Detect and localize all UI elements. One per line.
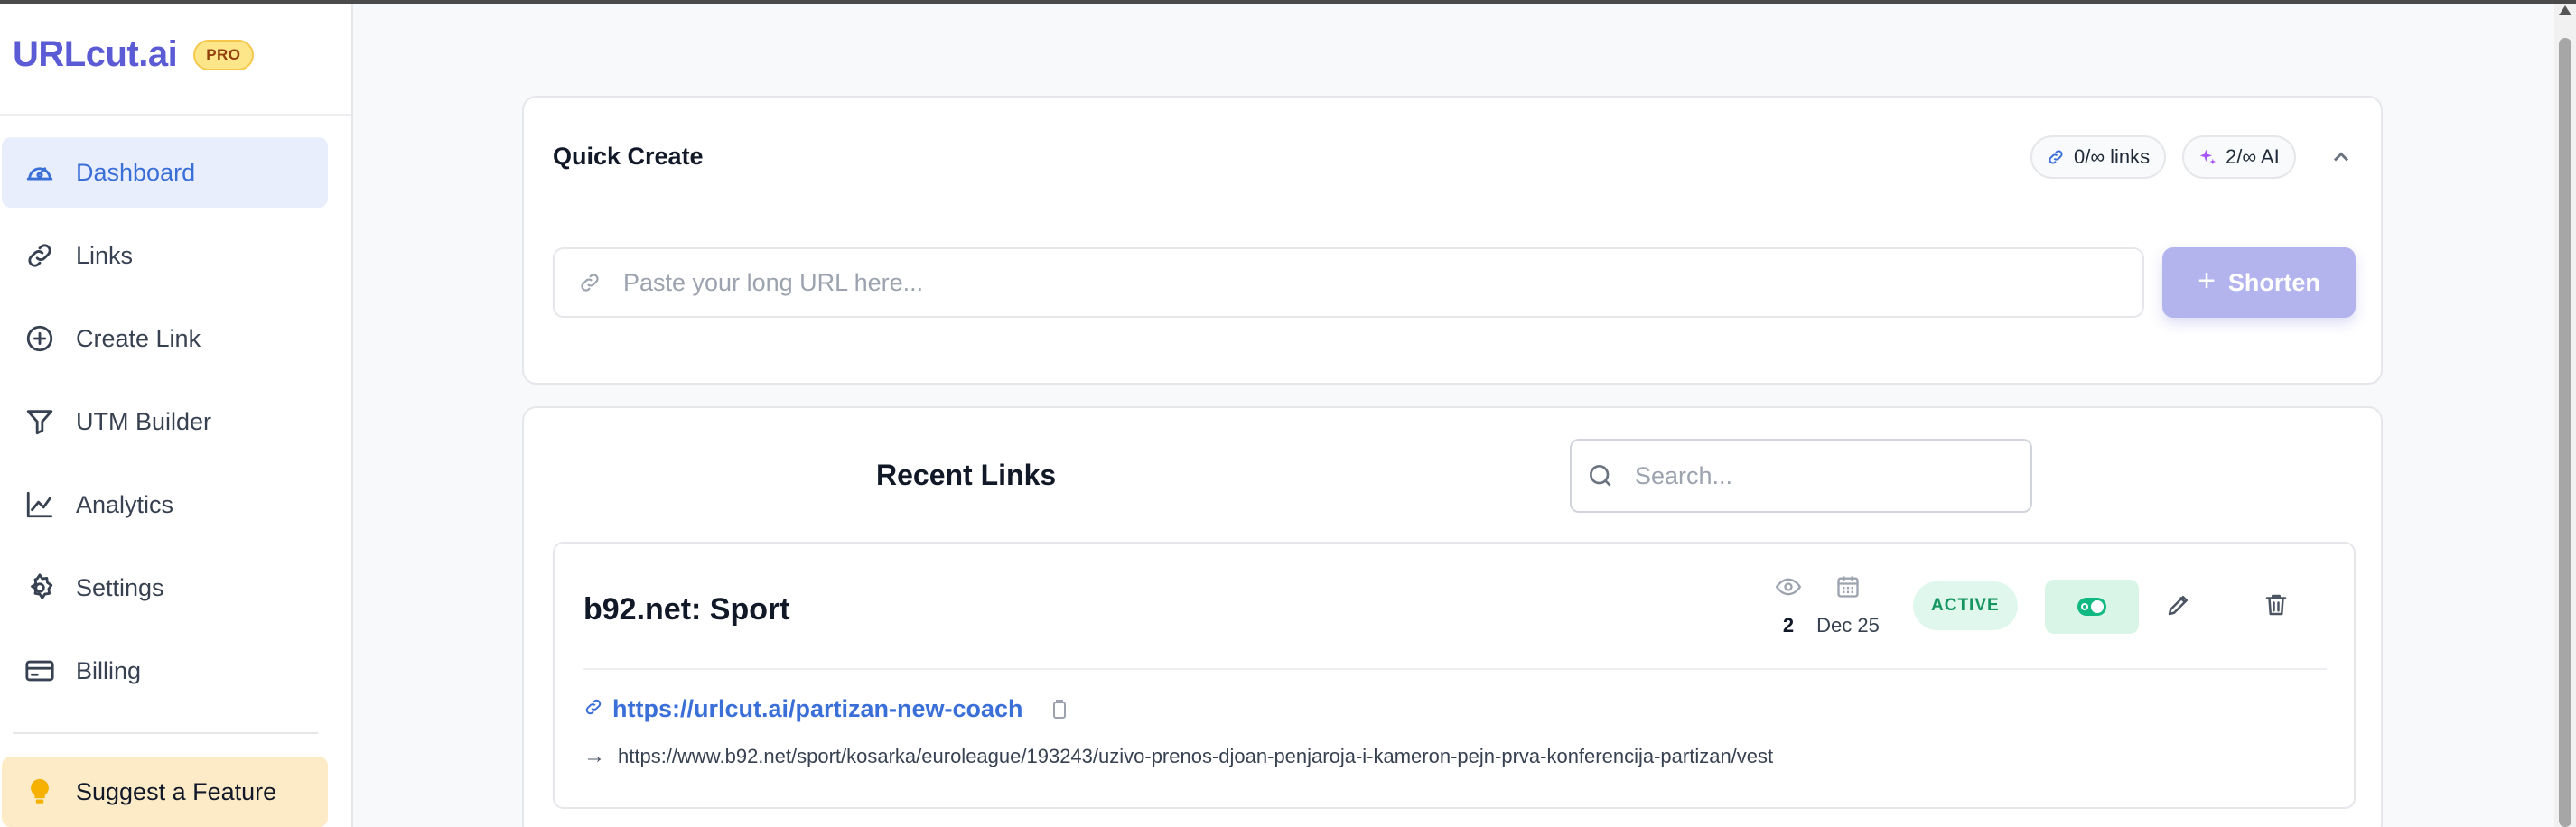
sidebar-item-label: Create Link	[76, 324, 201, 352]
link-icon	[2049, 150, 2063, 164]
search-icon	[1586, 461, 1615, 490]
pro-badge: PRO	[193, 39, 254, 70]
sidebar-item-label: Dashboard	[76, 158, 196, 186]
short-url-row: https://urlcut.ai/partizan-new-coach	[583, 695, 1070, 723]
brand-divider	[0, 114, 351, 116]
created-date: Dec 25	[1816, 614, 1880, 637]
lightbulb-icon	[23, 776, 56, 808]
toggle-on-icon	[2077, 598, 2106, 616]
sidebar-item-label: Settings	[76, 573, 164, 601]
credit-card-icon	[23, 655, 56, 687]
pencil-icon	[2168, 596, 2188, 616]
gauge-icon	[23, 156, 56, 189]
sidebar-item-settings[interactable]: Settings	[2, 553, 328, 623]
sidebar-item-create-link[interactable]: Create Link	[2, 303, 328, 374]
destination-row: → https://www.b92.net/sport/kosarka/euro…	[583, 744, 1773, 769]
search-input[interactable]	[1635, 461, 2014, 490]
sidebar-item-billing[interactable]: Billing	[2, 636, 328, 706]
suggest-feature-button[interactable]: Suggest a Feature	[2, 757, 328, 827]
search-container	[1570, 439, 2032, 513]
shorten-button-label: Shorten	[2227, 268, 2320, 296]
scroll-up-arrow-icon[interactable]	[2559, 5, 2571, 15]
sidebar-divider	[13, 732, 318, 734]
calendar-icon	[1837, 576, 1859, 598]
arrow-right-icon: →	[583, 744, 605, 768]
brand-name[interactable]: URLcut.ai	[13, 34, 178, 75]
sidebar-item-label: UTM Builder	[76, 407, 212, 435]
ai-quota-chip: 2/∞ AI	[2182, 135, 2296, 179]
recent-links-card: Recent Links b92.net: Sport 2 Dec 25 ACT…	[522, 406, 2383, 827]
link-icon	[583, 697, 603, 721]
plus-circle-icon	[23, 322, 56, 355]
suggest-feature-label: Suggest a Feature	[76, 777, 277, 805]
views-count: 2	[1782, 614, 1795, 637]
quick-create-card: Quick Create 0/∞ links 2/∞ AI + Shorten	[522, 96, 2383, 385]
sidebar: URLcut.ai PRO Dashboard Links Create Lin…	[0, 4, 353, 827]
delete-button[interactable]	[2258, 587, 2294, 623]
clipboard-icon[interactable]	[1049, 699, 1070, 720]
link-divider	[583, 668, 2327, 670]
window-top-border	[0, 0, 2576, 4]
sidebar-item-label: Billing	[76, 656, 142, 684]
recent-links-title: Recent Links	[876, 459, 1057, 491]
links-quota-chip: 0/∞ links	[2030, 135, 2167, 179]
short-url-link[interactable]: https://urlcut.ai/partizan-new-coach	[612, 695, 1023, 723]
brand[interactable]: URLcut.ai PRO	[13, 34, 254, 75]
scrollbar-thumb[interactable]	[2559, 38, 2571, 827]
sidebar-item-label: Links	[76, 241, 134, 269]
sidebar-item-label: Analytics	[76, 490, 174, 518]
filter-icon	[23, 405, 56, 438]
line-chart-icon	[23, 488, 56, 521]
trash-icon	[2265, 594, 2287, 616]
link-icon	[23, 239, 56, 272]
status-badge: ACTIVE	[1913, 581, 2018, 630]
sidebar-item-utm-builder[interactable]: UTM Builder	[2, 386, 328, 457]
chevron-up-icon	[2333, 152, 2349, 162]
destination-url: https://www.b92.net/sport/kosarka/eurole…	[618, 745, 1774, 767]
gear-icon	[23, 571, 56, 604]
quick-create-title: Quick Create	[553, 143, 704, 170]
link-icon	[578, 271, 602, 294]
links-quota-text: 0/∞ links	[2074, 145, 2151, 168]
sparkle-icon	[2199, 149, 2217, 165]
shorten-button[interactable]: + Shorten	[2162, 247, 2356, 318]
ai-quota-text: 2/∞ AI	[2226, 145, 2280, 168]
page-scrollbar[interactable]	[2554, 4, 2576, 827]
long-url-input[interactable]	[623, 268, 2068, 297]
sidebar-item-dashboard[interactable]: Dashboard	[2, 137, 328, 208]
edit-button[interactable]	[2161, 587, 2197, 623]
collapse-button[interactable]	[2329, 144, 2354, 170]
sidebar-item-analytics[interactable]: Analytics	[2, 469, 328, 540]
url-input-container	[553, 247, 2144, 318]
sidebar-item-links[interactable]: Links	[2, 220, 328, 291]
link-title: b92.net: Sport	[583, 592, 790, 627]
date-stat: Dec 25	[1794, 574, 1902, 637]
plus-icon: +	[2198, 263, 2216, 298]
link-item: b92.net: Sport 2 Dec 25 ACTIVE https://u…	[553, 542, 2356, 809]
active-toggle-button[interactable]	[2045, 580, 2139, 634]
